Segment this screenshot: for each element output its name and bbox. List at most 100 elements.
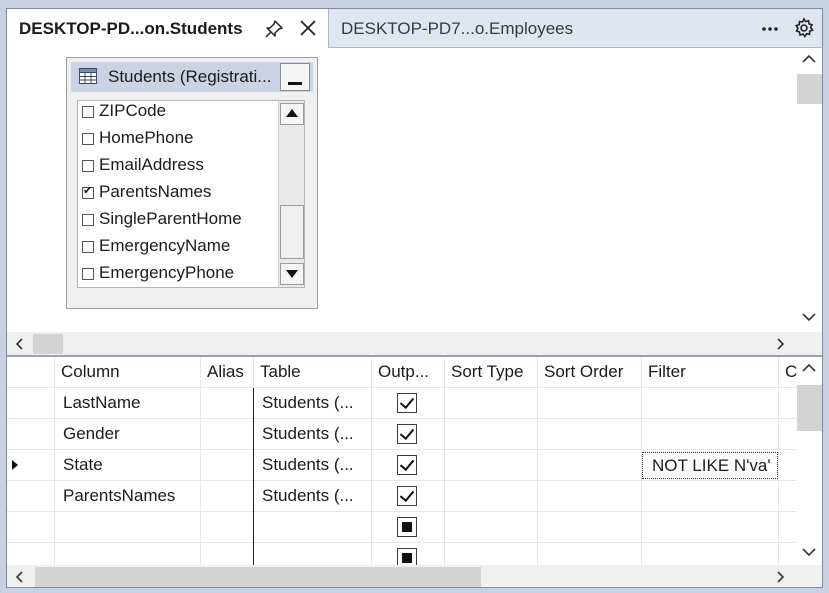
cell-alias[interactable] [201, 419, 254, 450]
grid-horizontal-scrollbar[interactable] [7, 565, 822, 587]
header-sort-order[interactable]: Sort Order [538, 357, 642, 388]
cell-table[interactable] [254, 512, 372, 543]
table-row-empty[interactable] [7, 543, 797, 565]
row-selector[interactable] [7, 512, 55, 543]
chevron-left-icon[interactable] [13, 570, 27, 584]
cell-criteria[interactable] [779, 543, 797, 565]
cell-sort-type[interactable] [445, 481, 538, 512]
chevron-down-icon[interactable] [801, 545, 817, 559]
chevron-down-icon[interactable] [801, 310, 817, 324]
column-checkbox[interactable] [82, 268, 94, 280]
output-checkbox-indeterminate[interactable] [397, 517, 417, 537]
gear-icon[interactable] [793, 17, 815, 39]
cell-alias[interactable] [201, 512, 254, 543]
cell-column[interactable] [55, 543, 201, 565]
table-window-title-bar[interactable]: Students (Registrati... [71, 62, 313, 92]
output-checkbox-indeterminate[interactable] [397, 548, 417, 565]
cell-alias[interactable] [201, 388, 254, 419]
cell-sort-order[interactable] [538, 512, 642, 543]
table-row[interactable]: ParentsNames Students (... [7, 481, 797, 512]
chevron-right-icon[interactable] [773, 570, 787, 584]
scroll-thumb[interactable] [280, 205, 304, 259]
close-icon[interactable] [297, 17, 319, 39]
more-icon[interactable] [759, 17, 781, 39]
header-table[interactable]: Table [254, 357, 372, 388]
cell-sort-order[interactable] [538, 543, 642, 565]
cell-criteria[interactable] [779, 512, 797, 543]
cell-output[interactable] [372, 512, 445, 543]
cell-sort-type[interactable] [445, 388, 538, 419]
column-checkbox[interactable] [82, 214, 94, 226]
table-row-current[interactable]: State Students (... NOT LIKE N'va' [7, 450, 797, 481]
cell-sort-order[interactable] [538, 419, 642, 450]
chevron-up-icon[interactable] [801, 361, 817, 375]
cell-alias[interactable] [201, 481, 254, 512]
scroll-thumb[interactable] [33, 334, 63, 354]
cell-sort-order[interactable] [538, 388, 642, 419]
cell-sort-type[interactable] [445, 450, 538, 481]
cell-criteria[interactable] [779, 450, 797, 481]
table-row-empty[interactable] [7, 512, 797, 543]
output-checkbox-checked[interactable] [397, 393, 417, 413]
cell-filter[interactable] [642, 543, 779, 565]
scroll-thumb[interactable] [797, 74, 822, 104]
tab-students[interactable]: DESKTOP-PD...on.Students [7, 9, 329, 48]
cell-filter[interactable] [642, 481, 779, 512]
cell-sort-order[interactable] [538, 481, 642, 512]
column-checkbox[interactable] [82, 133, 94, 145]
scroll-down-button[interactable] [280, 263, 304, 285]
header-criteria-truncated[interactable]: C [779, 357, 797, 388]
cell-output[interactable] [372, 450, 445, 481]
minimize-button[interactable] [280, 63, 310, 91]
header-sort-type[interactable]: Sort Type [445, 357, 538, 388]
grid-vertical-scrollbar[interactable] [797, 357, 822, 565]
cell-table[interactable] [254, 543, 372, 565]
cell-output[interactable] [372, 388, 445, 419]
table-row[interactable]: LastName Students (... [7, 388, 797, 419]
cell-criteria[interactable] [779, 481, 797, 512]
cell-table[interactable]: Students (... [254, 450, 372, 481]
cell-table[interactable]: Students (... [254, 388, 372, 419]
cell-table[interactable]: Students (... [254, 419, 372, 450]
tab-employees[interactable]: DESKTOP-PD7...o.Employees [341, 19, 573, 39]
cell-alias[interactable] [201, 543, 254, 565]
output-checkbox-checked[interactable] [397, 424, 417, 444]
header-alias[interactable]: Alias [201, 357, 254, 388]
cell-sort-type[interactable] [445, 543, 538, 565]
column-checkbox-checked[interactable] [82, 184, 94, 199]
chevron-left-icon[interactable] [13, 337, 27, 351]
cell-criteria[interactable] [779, 419, 797, 450]
cell-filter[interactable] [642, 419, 779, 450]
cell-sort-order[interactable] [538, 450, 642, 481]
row-selector[interactable] [7, 543, 55, 565]
cell-alias[interactable] [201, 450, 254, 481]
output-checkbox-checked[interactable] [397, 455, 417, 475]
chevron-right-icon[interactable] [773, 337, 787, 351]
chevron-up-icon[interactable] [801, 52, 817, 66]
output-checkbox-checked[interactable] [397, 486, 417, 506]
header-filter[interactable]: Filter [642, 357, 779, 388]
cell-output[interactable] [372, 481, 445, 512]
row-selector[interactable] [7, 419, 55, 450]
row-selector[interactable] [7, 481, 55, 512]
cell-table[interactable]: Students (... [254, 481, 372, 512]
cell-column[interactable]: State [55, 450, 201, 481]
cell-criteria[interactable] [779, 388, 797, 419]
cell-sort-type[interactable] [445, 419, 538, 450]
cell-filter[interactable] [642, 388, 779, 419]
cell-filter[interactable]: NOT LIKE N'va' [642, 450, 779, 481]
filter-edit-field[interactable]: NOT LIKE N'va' [642, 452, 778, 479]
scroll-thumb[interactable] [35, 567, 481, 587]
cell-column[interactable] [55, 512, 201, 543]
column-checkbox[interactable] [82, 160, 94, 172]
cell-column[interactable]: ParentsNames [55, 481, 201, 512]
column-checkbox[interactable] [82, 241, 94, 253]
row-selector[interactable] [7, 450, 55, 481]
cell-column[interactable]: Gender [55, 419, 201, 450]
pin-icon[interactable] [263, 18, 285, 40]
diagram-vertical-scrollbar[interactable] [797, 48, 822, 332]
header-output[interactable]: Outp... [372, 357, 445, 388]
cell-output[interactable] [372, 543, 445, 565]
header-column[interactable]: Column [55, 357, 201, 388]
column-list-scrollbar[interactable] [278, 101, 304, 287]
